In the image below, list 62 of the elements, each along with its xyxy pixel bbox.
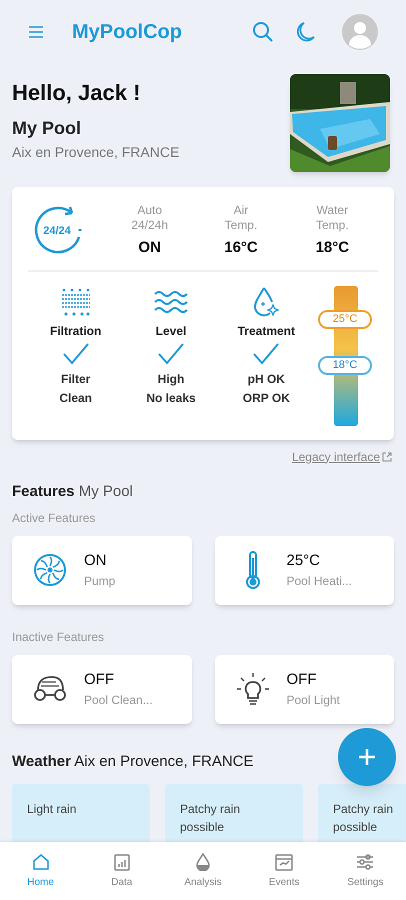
feature-name: Pool Clean... — [84, 692, 153, 710]
check-icon — [252, 342, 280, 366]
stat-value: 16°C — [224, 238, 258, 258]
check-status: High No leaks — [146, 370, 196, 406]
drop-icon — [195, 852, 211, 870]
plus-icon — [358, 748, 376, 766]
section-title: Weather Aix en Provence, FRANCE — [12, 752, 254, 770]
feature-card[interactable]: OFF Pool Light — [214, 654, 394, 724]
robot-cleaner-icon — [32, 674, 68, 704]
check-icon — [156, 342, 185, 366]
stat-label: Auto 24/24h — [131, 203, 168, 233]
search-icon[interactable] — [252, 21, 274, 43]
weather-card[interactable]: Patchy rain possible — [165, 784, 303, 842]
group-label: Active Features — [12, 510, 96, 524]
feature-value: ON — [84, 550, 108, 571]
cycle-badge: 24/24 — [28, 205, 104, 258]
moon-icon[interactable] — [296, 21, 316, 43]
stat-label: Air Temp. — [224, 203, 258, 233]
stat-value: 18°C — [316, 238, 350, 258]
check-icon — [62, 342, 90, 366]
external-link-icon — [382, 452, 392, 462]
app-title: MyPoolCop — [72, 20, 182, 45]
weather-card[interactable]: Patchy rain possible — [318, 784, 406, 842]
avatar-icon[interactable] — [342, 14, 378, 50]
nav-tab[interactable]: Settings — [324, 842, 406, 900]
calendar-icon — [275, 852, 294, 870]
check-status: pH OK ORP OK — [242, 370, 290, 406]
drop-icon — [252, 286, 280, 318]
stat-value: ON — [138, 238, 161, 258]
stat-label: Water Temp. — [316, 203, 349, 233]
feature-name: Pool Heati... — [286, 573, 352, 590]
light-bulb-icon — [236, 672, 270, 706]
nav-tab[interactable]: Analysis — [162, 842, 244, 900]
feature-name: Pool Light — [286, 692, 340, 710]
waves-icon — [154, 288, 188, 314]
feature-value: OFF — [286, 670, 318, 690]
check-title: Filtration — [50, 322, 102, 340]
check-title: Level — [156, 322, 186, 340]
nav-tab[interactable]: Events — [244, 842, 325, 900]
feature-card[interactable]: OFF Pool Clean... — [12, 654, 192, 724]
feature-card[interactable]: ON Pump — [12, 536, 192, 604]
nav-tab[interactable]: Data — [81, 842, 162, 900]
filter-icon — [60, 286, 92, 316]
section-title: Features My Pool — [12, 482, 133, 500]
check-status: Filter Clean — [59, 370, 92, 406]
feature-value: 25°C — [286, 550, 322, 571]
greeting: Hello, Jack ! — [12, 79, 142, 107]
target-temperature: 25°C — [318, 310, 372, 328]
pool-location: Aix en Provence, FRANCE — [12, 143, 180, 162]
group-label: Inactive Features — [12, 630, 104, 644]
current-temperature: 18°C — [318, 356, 372, 374]
feature-card[interactable]: 25°C Pool Heati... — [214, 536, 394, 604]
fan-icon — [33, 553, 67, 587]
menu-icon[interactable] — [28, 26, 44, 38]
weather-card[interactable]: Light rain — [12, 784, 150, 842]
sliders-icon — [356, 852, 374, 870]
feature-value: OFF — [84, 670, 115, 690]
pool-name: My Pool — [12, 117, 82, 140]
clipboard-chart-icon — [114, 852, 130, 870]
feature-name: Pump — [84, 573, 116, 590]
home-icon — [32, 852, 50, 870]
check-title: Treatment — [238, 322, 295, 340]
